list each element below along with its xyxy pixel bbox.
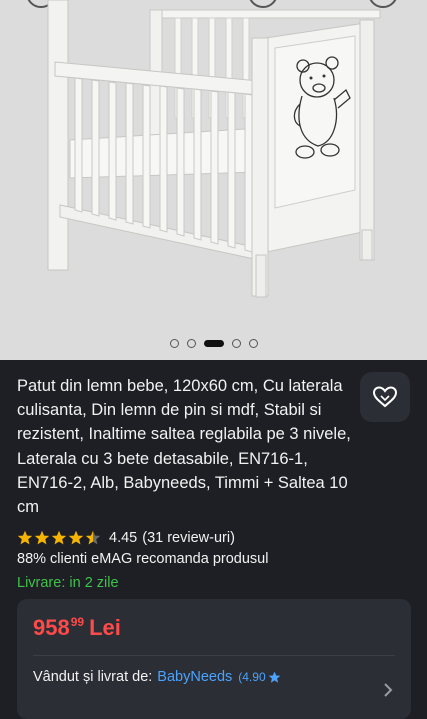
price-decimals: 99 [70, 615, 85, 629]
seller-label: Vândut și livrat de: [33, 669, 153, 685]
star-icon [17, 530, 33, 545]
price-integer: 958 [33, 615, 70, 640]
star-icon [68, 530, 84, 545]
favorite-button[interactable] [360, 372, 410, 422]
gallery-pagination[interactable] [0, 336, 427, 350]
review-count[interactable]: (31 review-uri) [142, 530, 235, 546]
pagination-dot[interactable] [231, 338, 241, 348]
product-image-gallery[interactable] [0, 0, 427, 360]
rating-stars [17, 530, 101, 546]
seller-info[interactable]: Vândut și livrat de: BabyNeeds (4.90 [33, 669, 281, 685]
seller-score-text: (4.90 [238, 670, 266, 684]
price: 95899 Lei [33, 615, 121, 641]
rating-value: 4.45 [109, 530, 138, 546]
seller-score: (4.90 [238, 670, 280, 684]
pagination-dot[interactable] [186, 338, 196, 348]
crib-image [47, 0, 381, 298]
seller-link[interactable]: BabyNeeds [157, 669, 232, 685]
offer-card: 95899 Lei Vândut și livrat de: BabyNeeds … [17, 599, 411, 719]
divider [33, 655, 395, 656]
star-icon [51, 530, 67, 545]
rating-row[interactable]: 4.45 (31 review-uri) [17, 529, 235, 547]
pagination-dot-active[interactable] [203, 339, 224, 347]
delivery-info: Livrare: in 2 zile [17, 575, 119, 591]
recommend-text: 88% clienti eMAG recomanda produsul [17, 551, 269, 567]
pagination-dot[interactable] [169, 338, 179, 348]
half-star-icon [85, 530, 101, 545]
price-currency: Lei [89, 615, 121, 640]
star-icon [34, 530, 50, 545]
star-icon [268, 671, 280, 683]
product-title: Patut din lemn bebe, 120x60 cm, Cu later… [17, 377, 351, 517]
heart-icon [372, 386, 398, 408]
chevron-right-icon[interactable] [383, 683, 393, 697]
pagination-dot[interactable] [248, 338, 258, 348]
